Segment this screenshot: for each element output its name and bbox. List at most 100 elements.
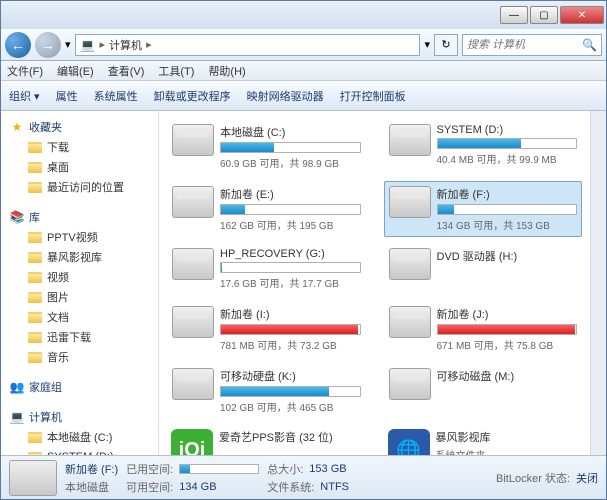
- drive-name: 本地磁盘 (C:): [220, 124, 361, 140]
- search-icon: 🔍: [582, 37, 597, 53]
- fs-value: NTFS: [320, 481, 349, 493]
- drive-item[interactable]: HP_RECOVERY (G:)17.6 GB 可用，共 17.7 GB: [167, 243, 366, 295]
- app-item[interactable]: iQi爱奇艺PPS影音 (32 位): [167, 425, 366, 455]
- close-button[interactable]: ✕: [560, 6, 604, 24]
- back-button[interactable]: ←: [5, 32, 31, 58]
- app-item[interactable]: 🌐暴风影视库系统文件夹: [384, 425, 583, 455]
- bitlocker-value: 关闭: [576, 470, 598, 486]
- sidebar-label: 收藏夹: [29, 119, 62, 135]
- drive-icon: [389, 306, 431, 338]
- drive-name: 可移动磁盘 (M:): [437, 368, 578, 384]
- homegroup-icon: 👥: [9, 379, 25, 395]
- sidebar-favorites[interactable]: ★ 收藏夹: [1, 117, 158, 137]
- address-bar[interactable]: 💻 ▸ 计算机 ▸: [75, 34, 421, 56]
- folder-icon: [27, 139, 43, 155]
- sidebar-item[interactable]: 下载: [1, 137, 158, 157]
- status-type: 本地磁盘: [65, 479, 118, 495]
- sidebar-item[interactable]: 暴风影视库: [1, 247, 158, 267]
- drive-item[interactable]: 新加卷 (E:)162 GB 可用，共 195 GB: [167, 181, 366, 237]
- drive-icon: [389, 124, 431, 156]
- free-label: 可用空间:: [126, 479, 173, 495]
- menu-tools[interactable]: 工具(T): [158, 63, 194, 79]
- capacity-bar: [220, 262, 361, 273]
- folder-icon: [27, 349, 43, 365]
- folder-icon: [27, 159, 43, 175]
- drive-item[interactable]: DVD 驱动器 (H:): [384, 243, 583, 295]
- chevron-right-icon[interactable]: ▸: [100, 38, 106, 51]
- total-value: 153 GB: [309, 463, 346, 475]
- system-properties-button[interactable]: 系统属性: [94, 88, 138, 104]
- app-icon: 🌐: [388, 429, 430, 455]
- folder-icon: [27, 229, 43, 245]
- drive-item[interactable]: 新加卷 (I:)781 MB 可用，共 73.2 GB: [167, 301, 366, 357]
- computer-icon: 💻: [80, 37, 96, 53]
- sidebar-item[interactable]: PPTV视频: [1, 227, 158, 247]
- drive-name: 新加卷 (F:): [437, 186, 578, 202]
- forward-button[interactable]: →: [35, 32, 61, 58]
- menu-view[interactable]: 查看(V): [108, 63, 145, 79]
- sidebar-libraries[interactable]: 📚 库: [1, 207, 158, 227]
- folder-icon: [27, 179, 43, 195]
- file-list[interactable]: 本地磁盘 (C:)60.9 GB 可用，共 98.9 GB SYSTEM (D:)…: [159, 111, 590, 455]
- folder-icon: [27, 289, 43, 305]
- organize-button[interactable]: 组织 ▾: [9, 88, 40, 104]
- drive-icon: [172, 368, 214, 400]
- map-drive-button[interactable]: 映射网络驱动器: [247, 88, 324, 104]
- navigation-pane[interactable]: ★ 收藏夹 下载桌面最近访问的位置 📚 库 PPTV视频暴风影视库视频图片文档迅…: [1, 111, 159, 455]
- drive-icon: [172, 186, 214, 218]
- star-icon: ★: [9, 119, 25, 135]
- search-input[interactable]: [467, 39, 582, 51]
- titlebar[interactable]: — ▢ ✕: [1, 1, 606, 29]
- sidebar-item-label: 视频: [47, 269, 69, 285]
- drive-free-text: 17.6 GB 可用，共 17.7 GB: [220, 275, 361, 290]
- drive-free-text: 781 MB 可用，共 73.2 GB: [220, 337, 361, 352]
- uninstall-button[interactable]: 卸载或更改程序: [154, 88, 231, 104]
- drive-icon: [389, 368, 431, 400]
- search-box[interactable]: 🔍: [462, 34, 602, 56]
- drive-item[interactable]: 本地磁盘 (C:)60.9 GB 可用，共 98.9 GB: [167, 119, 366, 175]
- control-panel-button[interactable]: 打开控制面板: [340, 88, 406, 104]
- sidebar-item-label: 暴风影视库: [47, 249, 102, 265]
- sidebar-homegroup[interactable]: 👥 家庭组: [1, 377, 158, 397]
- sidebar-item[interactable]: 文档: [1, 307, 158, 327]
- drive-free-text: 134 GB 可用，共 153 GB: [437, 217, 578, 232]
- menu-file[interactable]: 文件(F): [7, 63, 43, 79]
- drive-free-text: 40.4 MB 可用，共 99.9 MB: [437, 151, 578, 166]
- drive-item[interactable]: 可移动磁盘 (M:): [384, 363, 583, 419]
- drive-icon: [9, 460, 57, 496]
- drive-item[interactable]: SYSTEM (D:)40.4 MB 可用，共 99.9 MB: [384, 119, 583, 175]
- sidebar-item[interactable]: 视频: [1, 267, 158, 287]
- sidebar-item[interactable]: 桌面: [1, 157, 158, 177]
- drive-item[interactable]: 新加卷 (J:)671 MB 可用，共 75.8 GB: [384, 301, 583, 357]
- sidebar-item[interactable]: 音乐: [1, 347, 158, 367]
- sidebar-computer[interactable]: 💻 计算机: [1, 407, 158, 427]
- maximize-button[interactable]: ▢: [530, 6, 558, 24]
- sidebar-item[interactable]: 图片: [1, 287, 158, 307]
- sidebar-item[interactable]: 最近访问的位置: [1, 177, 158, 197]
- drive-free-text: 671 MB 可用，共 75.8 GB: [437, 337, 578, 352]
- capacity-bar: [437, 204, 578, 215]
- scrollbar[interactable]: [590, 111, 606, 455]
- explorer-window: — ▢ ✕ ← → ▾ 💻 ▸ 计算机 ▸ ▾ ↻ 🔍 文件(F) 编辑(E) …: [0, 0, 607, 500]
- sidebar-item[interactable]: 迅雷下载: [1, 327, 158, 347]
- drive-item[interactable]: 可移动硬盘 (K:)102 GB 可用，共 465 GB: [167, 363, 366, 419]
- refresh-button[interactable]: ↻: [434, 34, 458, 56]
- menu-help[interactable]: 帮助(H): [208, 63, 245, 79]
- usage-bar: [179, 464, 259, 474]
- address-dropdown[interactable]: ▾: [424, 38, 430, 51]
- drive-item[interactable]: 新加卷 (F:) 134 GB 可用，共 153 GB: [384, 181, 583, 237]
- sidebar-item[interactable]: SYSTEM (D:): [1, 447, 158, 455]
- breadcrumb-computer[interactable]: 计算机: [109, 37, 142, 53]
- properties-button[interactable]: 属性: [56, 88, 78, 104]
- used-label: 已用空间:: [126, 461, 173, 477]
- drive-name: 可移动硬盘 (K:): [220, 368, 361, 384]
- sidebar-label: 计算机: [29, 409, 62, 425]
- history-dropdown[interactable]: ▾: [65, 38, 71, 51]
- sidebar-item-label: 文档: [47, 309, 69, 325]
- drive-icon: [172, 248, 214, 280]
- chevron-right-icon[interactable]: ▸: [146, 38, 152, 51]
- free-value: 134 GB: [179, 481, 216, 493]
- sidebar-item[interactable]: 本地磁盘 (C:): [1, 427, 158, 447]
- menu-edit[interactable]: 编辑(E): [57, 63, 94, 79]
- minimize-button[interactable]: —: [500, 6, 528, 24]
